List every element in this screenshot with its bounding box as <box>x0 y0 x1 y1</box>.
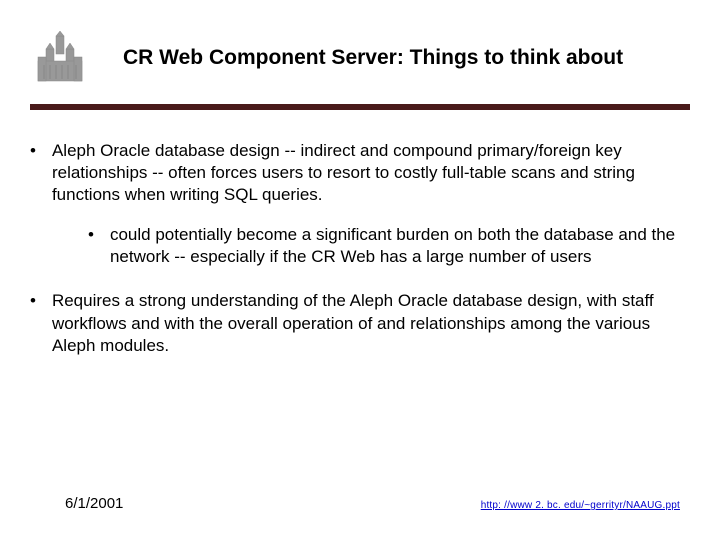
cathedral-logo-icon <box>25 28 95 88</box>
bullet-text: could potentially become a significant b… <box>100 224 690 268</box>
bullet-text: Aleph Oracle database design -- indirect… <box>42 140 690 206</box>
slide-body: • Aleph Oracle database design -- indire… <box>0 110 720 357</box>
bullet-text: Requires a strong understanding of the A… <box>42 290 690 356</box>
slide-title: CR Web Component Server: Things to think… <box>123 46 623 70</box>
slide-footer: 6/1/2001 http: //www 2. bc. edu/~gerrity… <box>0 495 720 512</box>
bullet-level1: • Requires a strong understanding of the… <box>30 290 690 356</box>
bullet-dot-icon: • <box>30 290 36 356</box>
bullet-dot-icon: • <box>30 140 36 206</box>
footer-link[interactable]: http: //www 2. bc. edu/~gerrityr/NAAUG.p… <box>481 500 680 511</box>
bullet-level2: • could potentially become a significant… <box>88 224 690 268</box>
bullet-dot-icon: • <box>88 224 94 268</box>
bullet-level1: • Aleph Oracle database design -- indire… <box>30 140 690 206</box>
slide-header: CR Web Component Server: Things to think… <box>0 0 720 98</box>
footer-date: 6/1/2001 <box>65 495 123 512</box>
